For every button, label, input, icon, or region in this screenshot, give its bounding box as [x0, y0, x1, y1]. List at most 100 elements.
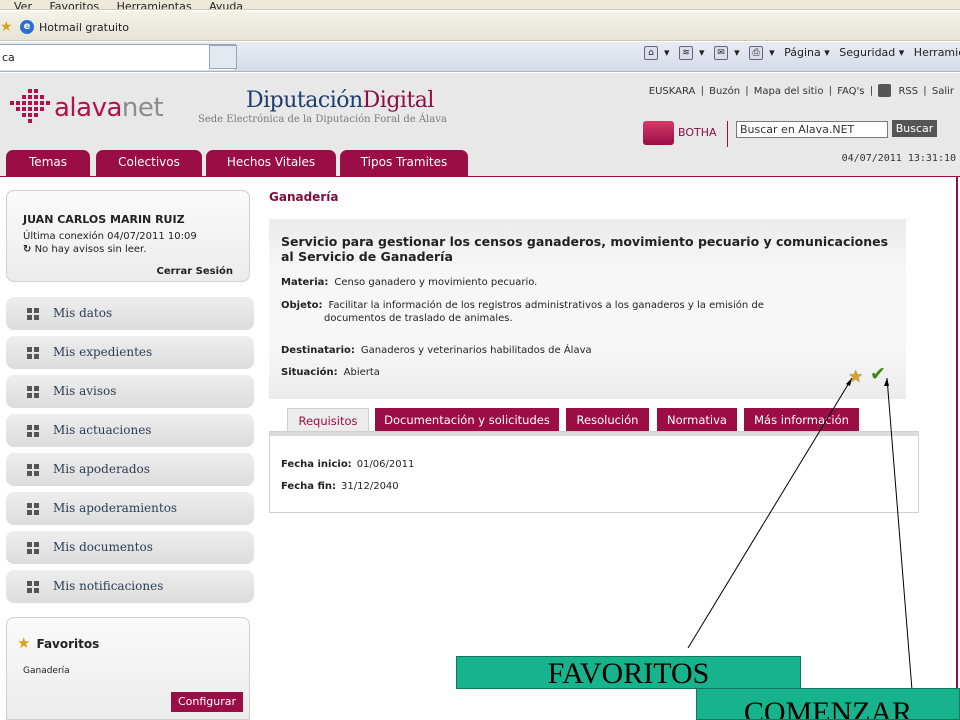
- field-objeto: Objeto: Facilitar la información de los r…: [281, 300, 764, 324]
- user-name: JUAN CARLOS MARIN RUIZ: [23, 213, 185, 226]
- new-tab-button[interactable]: [209, 45, 237, 69]
- menu-item-apoderamientos[interactable]: Mis apoderamientos: [6, 492, 254, 525]
- requisitos-panel: Fecha inicio: 01/06/2011 Fecha fin: 31/12/…: [269, 431, 919, 513]
- security-menu[interactable]: Seguridad ▾: [839, 46, 904, 59]
- site-search-input[interactable]: [736, 121, 888, 138]
- menu-item-label: Mis documentos: [53, 540, 153, 554]
- diputacion-digital-title: DiputaciónDigital: [246, 88, 434, 113]
- field-materia: Materia: Censo ganadero y movimiento pecu…: [281, 277, 538, 288]
- browser-menubar: Ver Favoritos Herramientas Ayuda: [0, 0, 960, 10]
- user-panel: JUAN CARLOS MARIN RUIZ Última conexión 0…: [6, 190, 250, 282]
- diputacion-digital-subtitle: Sede Electrónica de la Diputación Foral …: [198, 114, 447, 125]
- grid-bullet-icon: [27, 542, 39, 554]
- favorites-panel: ★ Favoritos Ganadería Configurar: [6, 617, 250, 720]
- comenzar-arrow-line: [886, 377, 913, 691]
- home-dropdown-icon[interactable]: ▾: [664, 46, 670, 59]
- botha-label: BOTHA: [678, 126, 717, 139]
- field-fecha-inicio: Fecha inicio: 01/06/2011: [281, 459, 415, 470]
- link-rss[interactable]: RSS: [898, 86, 918, 97]
- menu-item-label: Mis apoderamientos: [53, 501, 178, 515]
- favorites-bar: ★ e Hotmail gratuito: [0, 11, 960, 41]
- tab-mas-informacion[interactable]: Más información: [744, 408, 859, 433]
- refresh-icon[interactable]: ↻: [23, 244, 31, 255]
- mail-dropdown-icon[interactable]: ▾: [734, 46, 740, 59]
- diputacion-digital-logo[interactable]: DiputaciónDigital Sede Electrónica de la…: [198, 88, 447, 125]
- alavanet-wordmark: alavanet: [54, 93, 164, 123]
- search-button[interactable]: Buscar: [892, 120, 937, 137]
- tab-resolucion[interactable]: Resolución: [566, 408, 649, 433]
- feeds-icon[interactable]: ≋: [679, 46, 694, 60]
- grid-bullet-icon: [27, 581, 39, 593]
- favorite-item[interactable]: Ganadería: [23, 666, 70, 676]
- menu-item-expedientes[interactable]: Mis expedientes: [6, 336, 254, 369]
- header-divider: [0, 176, 960, 177]
- field-destinatario: Destinatario: Ganaderos y veterinarios ha…: [281, 345, 592, 356]
- menu-item-label: Mis expedientes: [53, 345, 153, 359]
- top-links: EUSKARA | Buzón | Mapa del sitio | FAQ's…: [648, 84, 954, 97]
- page-menu[interactable]: Página ▾: [784, 46, 830, 59]
- menu-herramientas[interactable]: Herramientas: [117, 0, 192, 9]
- menu-favoritos[interactable]: Favoritos: [49, 0, 99, 9]
- alavanet-logo[interactable]: alavanet: [6, 87, 176, 127]
- favorites-bar-item[interactable]: Hotmail gratuito: [39, 21, 129, 34]
- grid-bullet-icon: [27, 464, 39, 476]
- nav-tab-tipos-tramites[interactable]: Tipos Tramites: [340, 150, 468, 177]
- botha-separator: [727, 121, 728, 147]
- botha-book-icon: [643, 121, 674, 145]
- menu-item-actuaciones[interactable]: Mis actuaciones: [6, 414, 254, 447]
- home-icon[interactable]: ⌂: [644, 46, 658, 60]
- logout-link[interactable]: Cerrar Sesión: [157, 266, 234, 277]
- favorites-star-icon[interactable]: ★: [0, 19, 13, 35]
- favorites-star-icon: ★: [17, 634, 31, 652]
- service-title: Servicio para gestionar los censos ganad…: [281, 234, 889, 264]
- favorites-heading: ★ Favoritos: [17, 634, 100, 652]
- nav-tab-temas[interactable]: Temas: [6, 150, 90, 177]
- menu-item-notificaciones[interactable]: Mis notificaciones: [6, 570, 254, 603]
- feeds-dropdown-icon[interactable]: ▾: [699, 46, 705, 59]
- service-summary: Servicio para gestionar los censos ganad…: [269, 219, 906, 399]
- menu-item-label: Mis apoderados: [53, 462, 150, 476]
- menu-item-label: Mis actuaciones: [53, 423, 152, 437]
- last-login: Última conexión 04/07/2011 10:09: [23, 231, 197, 242]
- comenzar-annotation: COMENZAR: [696, 688, 960, 720]
- browser-tab[interactable]: ca: [0, 44, 236, 70]
- field-fecha-fin: Fecha fin: 31/12/2040: [281, 481, 399, 492]
- menu-ver[interactable]: Ver: [14, 0, 32, 9]
- print-dropdown-icon[interactable]: ▾: [769, 46, 775, 59]
- grid-bullet-icon: [27, 308, 39, 320]
- grid-bullet-icon: [27, 347, 39, 359]
- tab-normativa[interactable]: Normativa: [657, 408, 737, 433]
- menu-item-datos[interactable]: Mis datos: [6, 297, 254, 330]
- menu-item-avisos[interactable]: Mis avisos: [6, 375, 254, 408]
- link-faqs[interactable]: FAQ's: [837, 86, 864, 97]
- menu-item-label: Mis notificaciones: [53, 579, 164, 593]
- link-buzon[interactable]: Buzón: [709, 86, 740, 97]
- menu-item-label: Mis datos: [53, 306, 113, 320]
- add-favorite-star-icon[interactable]: ★: [848, 367, 863, 387]
- browser-tabbar: ca ⌂ ▾ ≋ ▾ ✉ ▾ ⎙ ▾ Página ▾ Seguridad ▾ Herr…: [0, 42, 960, 72]
- link-mapa-sitio[interactable]: Mapa del sitio: [754, 86, 824, 97]
- current-datetime: 04/07/2011 13:31:10: [841, 153, 956, 164]
- configure-button[interactable]: Configurar: [171, 692, 243, 712]
- tab-documentacion[interactable]: Documentación y solicitudes: [375, 408, 559, 433]
- content-right-border: [956, 176, 958, 720]
- tab-requisitos[interactable]: Requisitos: [287, 408, 369, 433]
- link-salir[interactable]: Salir: [932, 86, 954, 97]
- favoritos-annotation: FAVORITOS: [456, 656, 801, 690]
- grid-bullet-icon: [27, 386, 39, 398]
- menu-ayuda[interactable]: Ayuda: [209, 0, 243, 9]
- menu-item-documentos[interactable]: Mis documentos: [6, 531, 254, 564]
- menu-item-apoderados[interactable]: Mis apoderados: [6, 453, 254, 486]
- command-bar: ⌂ ▾ ≋ ▾ ✉ ▾ ⎙ ▾ Página ▾ Seguridad ▾ Herrami…: [644, 46, 960, 68]
- grid-bullet-icon: [27, 503, 39, 515]
- alavanet-logo-icon: [10, 89, 50, 123]
- nav-tab-hechos-vitales[interactable]: Hechos Vitales: [206, 150, 336, 177]
- rss-icon[interactable]: [878, 84, 892, 97]
- notices-status: ↻ No hay avisos sin leer.: [23, 244, 147, 255]
- link-euskara[interactable]: EUSKARA: [649, 86, 696, 97]
- start-procedure-check-icon[interactable]: ✔: [870, 363, 886, 385]
- tools-menu[interactable]: Herramie: [914, 46, 960, 59]
- mail-icon[interactable]: ✉: [714, 46, 729, 60]
- nav-tab-colectivos[interactable]: Colectivos: [96, 150, 202, 177]
- print-icon[interactable]: ⎙: [749, 46, 764, 60]
